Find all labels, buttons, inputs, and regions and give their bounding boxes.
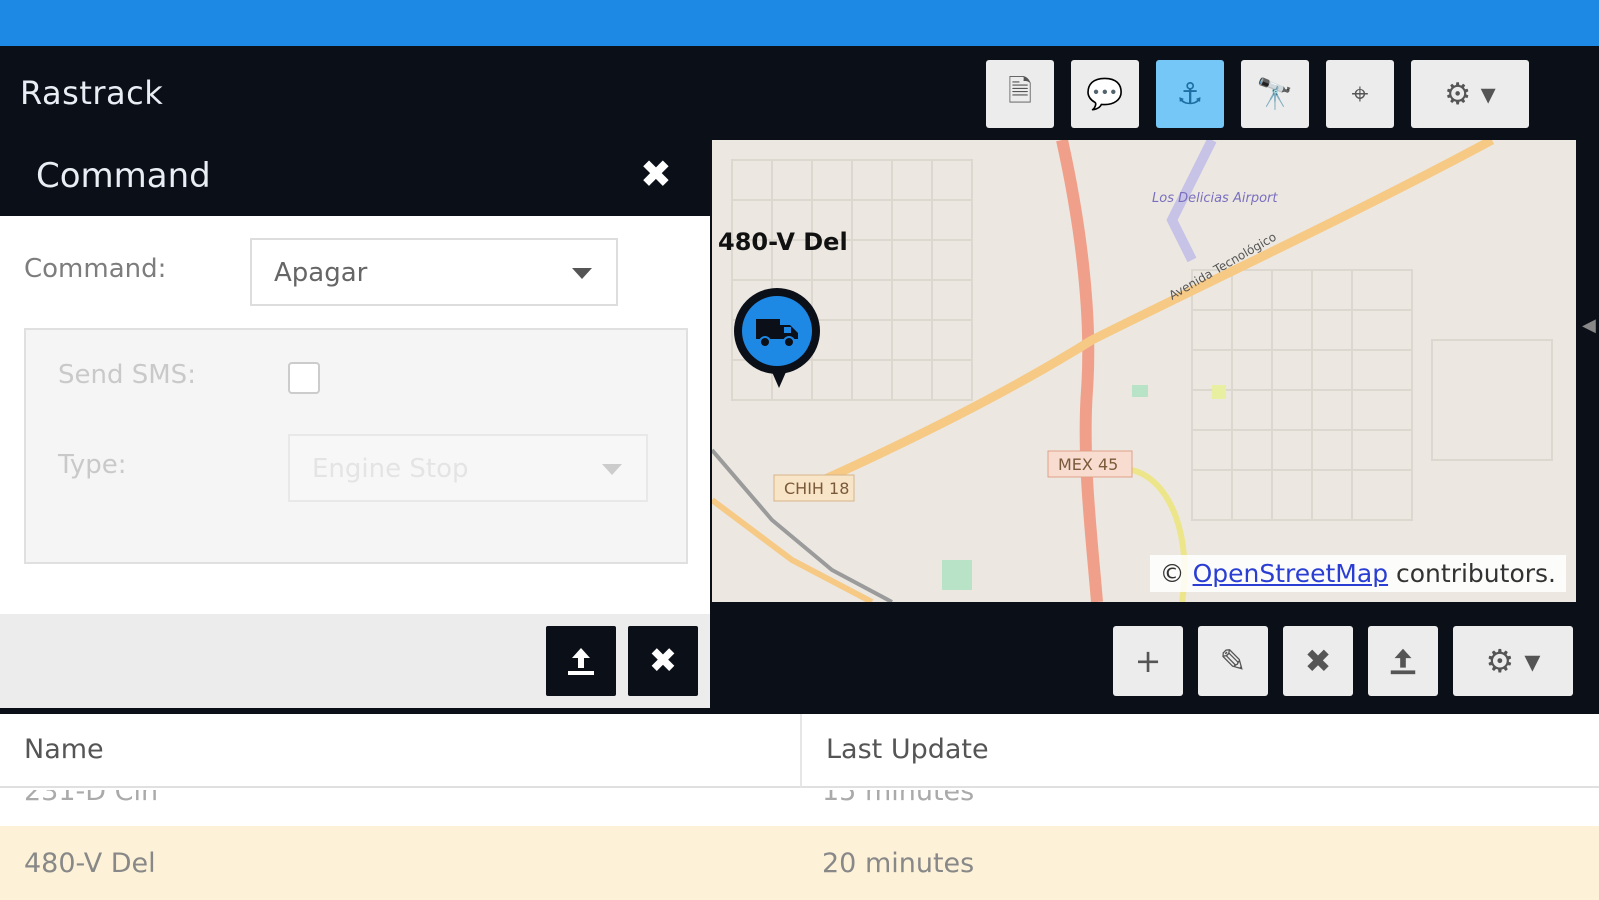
column-header-name[interactable]: Name	[0, 714, 800, 788]
map-tiles: CHIH 18 MEX 45 Los Delicias Airport Aven…	[712, 140, 1576, 602]
device-settings-dropdown[interactable]: ⚙ ▾	[1453, 626, 1573, 696]
command-device-button[interactable]	[1368, 626, 1438, 696]
message-icon: 💬	[1086, 76, 1124, 112]
device-name: 231-D Cin	[24, 790, 159, 807]
locate-button[interactable]: ⌖	[1326, 60, 1394, 128]
marker-pointer	[772, 372, 786, 388]
dialog-title: Command	[36, 156, 211, 196]
send-command-button[interactable]	[546, 626, 616, 696]
locate-icon: ⌖	[1351, 76, 1369, 112]
command-dialog: Command ✖ Command: Apagar Send SMS: Type…	[0, 138, 710, 708]
cancel-button[interactable]: ✖	[628, 626, 698, 696]
column-header-last-update[interactable]: Last Update	[800, 714, 1599, 788]
table-row-selected[interactable]: 480-V Del 20 minutes	[0, 826, 1599, 900]
chevron-down-icon	[572, 268, 592, 279]
type-select-value: Engine Stop	[312, 454, 469, 484]
command-label: Command:	[24, 254, 167, 284]
table-row[interactable]: 231-D Cin 15 minutes	[0, 790, 1599, 820]
browser-top-strip	[0, 0, 1599, 46]
truck-icon	[742, 296, 812, 366]
map-airport-label: Los Delicias Airport	[1152, 191, 1278, 206]
gear-icon: ⚙ ▾	[1444, 76, 1496, 112]
close-icon: ✖	[648, 641, 678, 681]
edit-icon: ✎	[1219, 642, 1247, 680]
app-title: Rastrack	[20, 74, 164, 112]
osm-link[interactable]: OpenStreetMap	[1193, 559, 1389, 588]
map-view[interactable]: CHIH 18 MEX 45 Los Delicias Airport Aven…	[712, 140, 1576, 602]
road-label-mex45: MEX 45	[1058, 455, 1118, 474]
remove-icon: ✖	[1304, 642, 1332, 680]
vehicle-marker[interactable]	[734, 288, 820, 374]
upload-icon	[568, 648, 594, 675]
gear-icon: ⚙ ▾	[1485, 642, 1541, 680]
report-icon: 🗎	[1007, 73, 1033, 109]
chevron-down-icon	[602, 464, 622, 475]
remove-device-button[interactable]: ✖	[1283, 626, 1353, 696]
device-name: 480-V Del	[24, 848, 156, 879]
settings-dropdown-button[interactable]: ⚙ ▾	[1411, 60, 1529, 128]
report-button[interactable]: 🗎	[986, 60, 1054, 128]
dialog-footer: ✖	[0, 614, 710, 708]
panel-toggle-arrow[interactable]: ◀	[1582, 315, 1596, 336]
command-select-value: Apagar	[274, 258, 368, 288]
add-device-button[interactable]: +	[1113, 626, 1183, 696]
upload-icon	[1390, 648, 1416, 675]
map-attribution: © OpenStreetMap contributors.	[1149, 555, 1566, 592]
send-sms-checkbox[interactable]	[288, 362, 320, 394]
command-icon: ⚓	[1176, 76, 1204, 112]
device-table: Name Last Update 231-D Cin 15 minutes 48…	[0, 714, 1599, 900]
message-button[interactable]: 💬	[1071, 60, 1139, 128]
command-button[interactable]: ⚓	[1156, 60, 1224, 128]
road-label-chih18: CHIH 18	[784, 479, 849, 498]
sms-fieldset: Send SMS: Type: Engine Stop	[24, 328, 688, 564]
type-label: Type:	[58, 450, 127, 480]
dialog-header: Command ✖	[0, 138, 710, 216]
send-sms-label: Send SMS:	[58, 360, 196, 390]
device-toolbar: + ✎ ✖ ⚙ ▾	[712, 612, 1599, 708]
binoculars-icon: 🔭	[1256, 76, 1294, 112]
edit-device-button[interactable]: ✎	[1198, 626, 1268, 696]
dialog-close-icon[interactable]: ✖	[640, 152, 672, 196]
device-last-update: 15 minutes	[822, 790, 975, 807]
vehicle-map-label: 480-V Del	[718, 228, 848, 256]
binoculars-button[interactable]: 🔭	[1241, 60, 1309, 128]
device-last-update: 20 minutes	[822, 848, 975, 879]
add-icon: +	[1134, 642, 1162, 680]
command-select[interactable]: Apagar	[250, 238, 618, 306]
type-select[interactable]: Engine Stop	[288, 434, 648, 502]
